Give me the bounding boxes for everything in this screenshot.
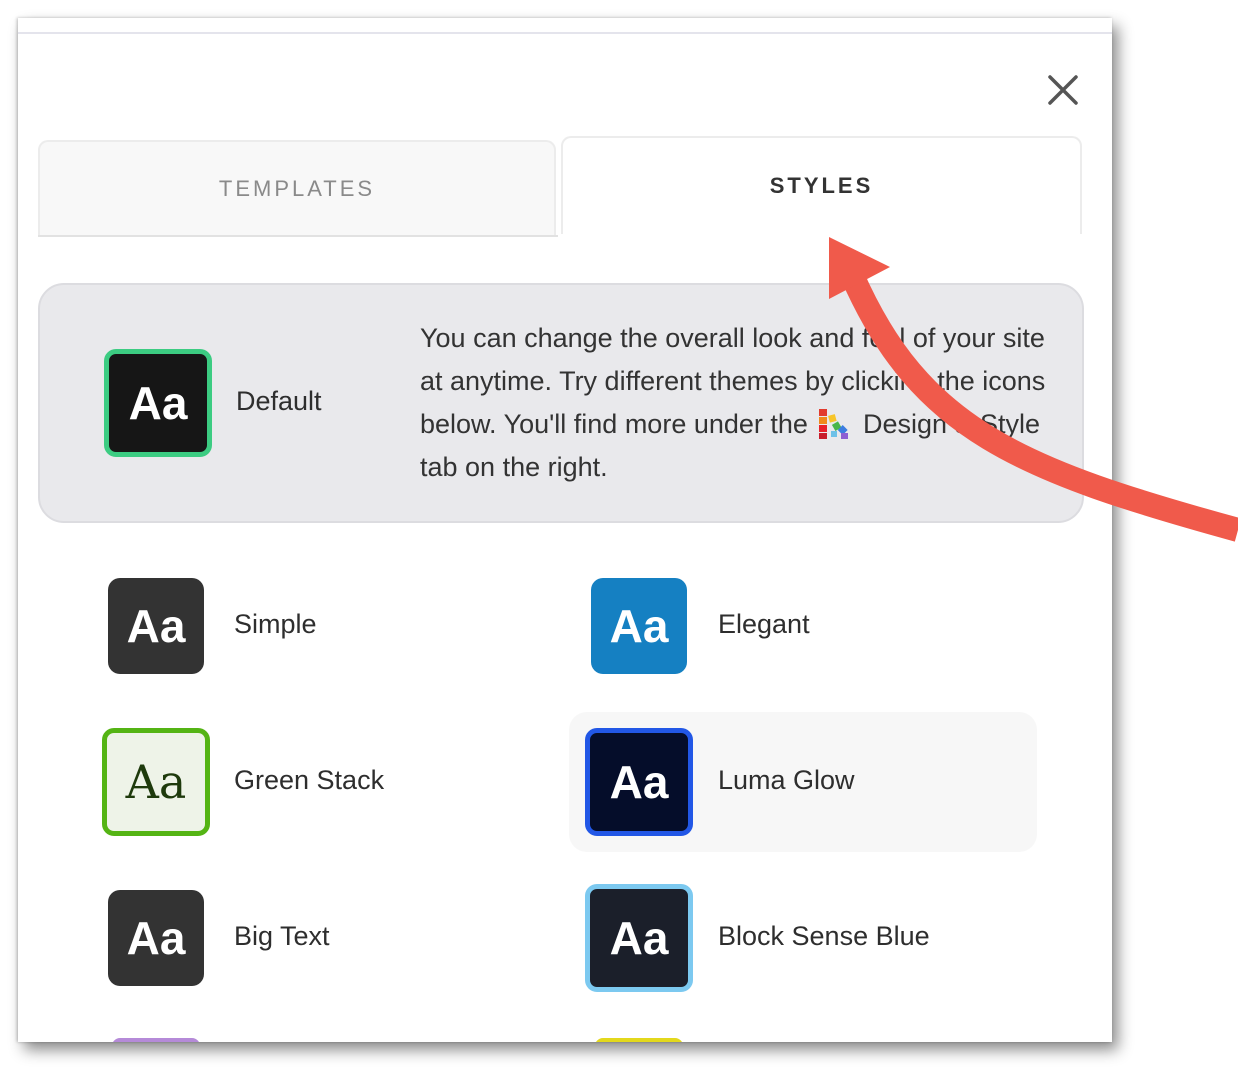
simple-style-icon: Aa <box>108 578 204 674</box>
block-sense-blue-style-icon: Aa <box>585 884 693 992</box>
default-style-icon[interactable]: Aa <box>104 349 212 457</box>
tab-templates[interactable]: TEMPLATES <box>38 140 556 236</box>
next-style-icon-partial-2[interactable] <box>595 1038 683 1042</box>
block-sense-blue-icon-text: Aa <box>609 912 669 964</box>
next-style-icon-partial[interactable] <box>112 1038 200 1042</box>
tab-styles[interactable]: STYLES <box>561 136 1082 234</box>
style-picker-panel: TEMPLATES STYLES Aa Default You can chan… <box>18 18 1112 1042</box>
elegant-style-icon: Aa <box>591 578 687 674</box>
elegant-icon-text: Aa <box>609 600 669 652</box>
simple-style-label: Simple <box>234 609 317 639</box>
tab-divider <box>38 235 558 237</box>
big-text-style-label: Big Text <box>234 921 330 951</box>
block-sense-blue-style-label: Block Sense Blue <box>718 921 930 951</box>
luma-glow-style-icon: Aa <box>585 728 693 836</box>
style-help-text: You can change the overall look and feel… <box>420 317 1060 489</box>
palette-icon <box>819 409 849 439</box>
close-button[interactable] <box>1043 70 1083 110</box>
green-stack-style-icon: Aa <box>102 728 210 836</box>
luma-glow-style-label: Luma Glow <box>718 765 855 795</box>
green-stack-style-label: Green Stack <box>234 765 385 795</box>
big-text-icon-text: Aa <box>126 912 186 964</box>
elegant-style-label: Elegant <box>718 609 810 639</box>
current-style-name: Default <box>236 386 322 416</box>
panel-top-border <box>18 32 1112 34</box>
tab-templates-label: TEMPLATES <box>218 176 376 201</box>
close-icon <box>1048 75 1078 105</box>
big-text-style-icon: Aa <box>108 890 204 986</box>
luma-glow-icon-text: Aa <box>609 756 669 808</box>
tab-styles-label: STYLES <box>769 173 874 198</box>
green-stack-icon-text: Aa <box>125 755 187 809</box>
default-style-icon-text: Aa <box>128 377 188 429</box>
simple-icon-text: Aa <box>126 600 186 652</box>
